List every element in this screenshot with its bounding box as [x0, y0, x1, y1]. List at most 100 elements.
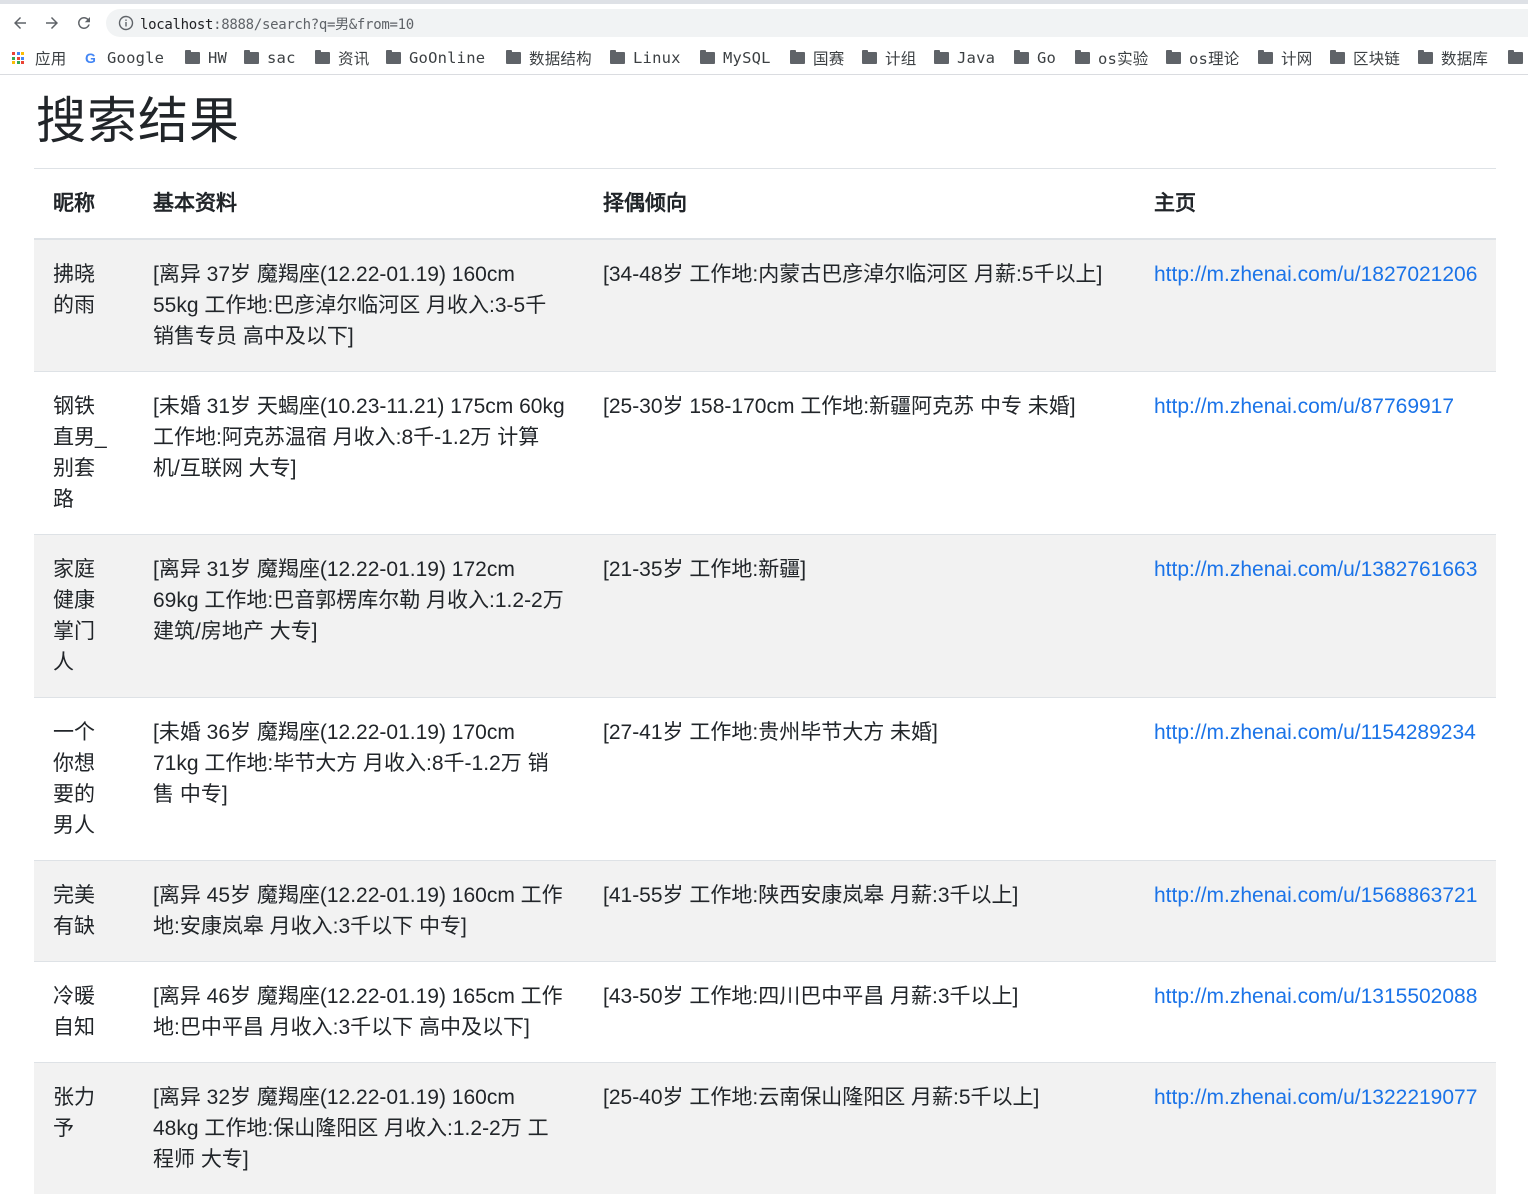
nickname-text: 完美有缺: [53, 884, 95, 938]
nickname-cell: 完美有缺: [34, 861, 134, 962]
homepage-link[interactable]: http://m.zhenai.com/u/1322219077: [1154, 1086, 1477, 1109]
homepage-link[interactable]: http://m.zhenai.com/u/1568863721: [1154, 884, 1477, 907]
bookmark-label: 区块链: [1353, 47, 1400, 69]
nickname-text: 拂晓的雨: [53, 263, 95, 317]
info-icon[interactable]: [118, 15, 134, 31]
folder-icon: [1418, 52, 1433, 64]
bookmark-11[interactable]: Java: [934, 47, 995, 69]
table-row: 拂晓的雨 [离异 37岁 魔羯座(12.22-01.19) 160cm 55kg …: [34, 239, 1496, 372]
profile-text: [离异 46岁 魔羯座(12.22-01.19) 165cm 工作地:巴中平昌 …: [153, 985, 563, 1039]
bookmark-label: Google: [107, 49, 164, 67]
preference-cell: [21-35岁 工作地:新疆]: [584, 535, 1135, 698]
bookmark-label: 数据结构: [529, 47, 592, 69]
homepage-cell: http://m.zhenai.com/u/1382761663: [1135, 535, 1496, 698]
preference-cell: [25-40岁 工作地:云南保山隆阳区 月薪:5千以上]: [584, 1063, 1135, 1194]
bookmark-label: 国赛: [813, 47, 844, 69]
preference-text: [25-40岁 工作地:云南保山隆阳区 月薪:5千以上]: [603, 1086, 1039, 1109]
page-title: 搜索结果: [36, 94, 240, 149]
results-table-wrap: 昵称 基本资料 择偶倾向 主页 拂晓的雨 [离异 37岁 魔羯座(12.22-01…: [34, 168, 1496, 1194]
bookmark-label: os理论: [1189, 47, 1239, 69]
header-profile: 基本资料: [134, 169, 584, 240]
table-header-row: 昵称 基本资料 择偶倾向 主页: [34, 169, 1496, 240]
browser-toolbar: localhost:8888/search?q=男&from=10: [0, 0, 1528, 45]
header-homepage: 主页: [1135, 169, 1496, 240]
bookmark-5[interactable]: GoOnline: [386, 47, 485, 69]
preference-cell: [41-55岁 工作地:陕西安康岚皋 月薪:3千以上]: [584, 861, 1135, 962]
nickname-text: 家庭健康掌门人: [53, 558, 95, 674]
preference-text: [43-50岁 工作地:四川巴中平昌 月薪:3千以上]: [603, 985, 1018, 1008]
bookmark-label: Go: [1037, 49, 1056, 67]
preference-text: [21-35岁 工作地:新疆]: [603, 558, 806, 581]
bookmark-8[interactable]: MySQL: [700, 47, 771, 69]
bookmark-7[interactable]: Linux: [610, 47, 681, 69]
homepage-cell: http://m.zhenai.com/u/1315502088: [1135, 962, 1496, 1063]
bookmark-14[interactable]: os理论: [1166, 47, 1239, 69]
url-path: :8888/search?q=男&from=10: [213, 17, 414, 33]
folder-icon: [1075, 52, 1090, 64]
bookmark-label: 计网: [1281, 47, 1312, 69]
homepage-link[interactable]: http://m.zhenai.com/u/1827021206: [1154, 263, 1477, 286]
back-button[interactable]: [9, 12, 31, 34]
url-text[interactable]: localhost:8888/search?q=男&from=10: [140, 14, 414, 34]
profile-cell: [未婚 31岁 天蝎座(10.23-11.21) 175cm 60kg 工作地:…: [134, 372, 584, 535]
folder-icon: [1508, 52, 1523, 64]
profile-text: [未婚 31岁 天蝎座(10.23-11.21) 175cm 60kg 工作地:…: [153, 395, 565, 480]
preference-text: [41-55岁 工作地:陕西安康岚皋 月薪:3千以上]: [603, 884, 1018, 907]
homepage-link[interactable]: http://m.zhenai.com/u/1315502088: [1154, 985, 1477, 1008]
reload-button[interactable]: [73, 12, 95, 34]
bookmark-16[interactable]: 区块链: [1330, 47, 1400, 69]
bookmark-0[interactable]: 应用: [12, 47, 66, 69]
profile-cell: [未婚 36岁 魔羯座(12.22-01.19) 170cm 71kg 工作地:…: [134, 698, 584, 861]
bookmark-label: GoOnline: [409, 49, 485, 67]
homepage-link[interactable]: http://m.zhenai.com/u/87769917: [1154, 395, 1454, 418]
preference-text: [34-48岁 工作地:内蒙古巴彦淖尔临河区 月薪:5千以上]: [603, 263, 1102, 286]
profile-cell: [离异 46岁 魔羯座(12.22-01.19) 165cm 工作地:巴中平昌 …: [134, 962, 584, 1063]
header-nickname: 昵称: [34, 169, 134, 240]
profile-cell: [离异 37岁 魔羯座(12.22-01.19) 160cm 55kg 工作地:…: [134, 239, 584, 372]
profile-text: [未婚 36岁 魔羯座(12.22-01.19) 170cm 71kg 工作地:…: [153, 721, 549, 806]
results-table: 昵称 基本资料 择偶倾向 主页 拂晓的雨 [离异 37岁 魔羯座(12.22-01…: [34, 168, 1496, 1194]
preference-cell: [43-50岁 工作地:四川巴中平昌 月薪:3千以上]: [584, 962, 1135, 1063]
address-bar[interactable]: localhost:8888/search?q=男&from=10: [106, 9, 1528, 37]
preference-cell: [27-41岁 工作地:贵州毕节大方 未婚]: [584, 698, 1135, 861]
preference-text: [27-41岁 工作地:贵州毕节大方 未婚]: [603, 721, 938, 744]
header-preference: 择偶倾向: [584, 169, 1135, 240]
forward-button[interactable]: [41, 12, 63, 34]
bookmark-label: os实验: [1098, 47, 1148, 69]
nickname-cell: 家庭健康掌门人: [34, 535, 134, 698]
table-row: 钢铁直男_别套路[未婚 31岁 天蝎座(10.23-11.21) 175cm 6…: [34, 372, 1496, 535]
preference-cell: [34-48岁 工作地:内蒙古巴彦淖尔临河区 月薪:5千以上]: [584, 239, 1135, 372]
bookmark-6[interactable]: 数据结构: [506, 47, 592, 69]
bookmark-label: Linux: [633, 49, 681, 67]
bookmark-label: 数据库: [1441, 47, 1488, 69]
homepage-link[interactable]: http://m.zhenai.com/u/1154289234: [1154, 721, 1476, 744]
homepage-cell: http://m.zhenai.com/u/87769917: [1135, 372, 1496, 535]
nickname-text: 张力予: [53, 1086, 95, 1140]
homepage-cell: http://m.zhenai.com/u/1827021206: [1135, 239, 1496, 372]
profile-text: [离异 31岁 魔羯座(12.22-01.19) 172cm 69kg 工作地:…: [153, 558, 564, 643]
folder-icon: [934, 52, 949, 64]
folder-icon: [610, 52, 625, 64]
reload-icon: [75, 14, 93, 32]
bookmark-1[interactable]: G Google: [85, 47, 164, 69]
folder-icon: [1258, 52, 1273, 64]
bookmark-3[interactable]: sac: [244, 47, 296, 69]
profile-text: [离异 32岁 魔羯座(12.22-01.19) 160cm 48kg 工作地:…: [153, 1086, 549, 1171]
google-icon: G: [85, 50, 99, 66]
bookmark-label: 应用: [35, 47, 66, 69]
bookmark-10[interactable]: 计组: [862, 47, 916, 69]
bookmark-15[interactable]: 计网: [1258, 47, 1312, 69]
nickname-text: 一个你想要的男人: [53, 721, 95, 837]
bookmark-12[interactable]: Go: [1014, 47, 1056, 69]
preference-cell: [25-30岁 158-170cm 工作地:新疆阿克苏 中专 未婚]: [584, 372, 1135, 535]
folder-icon: [700, 52, 715, 64]
bookmark-17[interactable]: 数据库: [1418, 47, 1488, 69]
bookmark-label: sac: [267, 49, 296, 67]
bookmark-9[interactable]: 国赛: [790, 47, 844, 69]
bookmark-4[interactable]: 资讯: [315, 47, 369, 69]
bookmark-13[interactable]: os实验: [1075, 47, 1148, 69]
bookmark-overflow[interactable]: [1508, 47, 1528, 69]
folder-icon: [790, 52, 805, 64]
bookmark-2[interactable]: HW: [185, 47, 227, 69]
homepage-link[interactable]: http://m.zhenai.com/u/1382761663: [1154, 558, 1477, 581]
